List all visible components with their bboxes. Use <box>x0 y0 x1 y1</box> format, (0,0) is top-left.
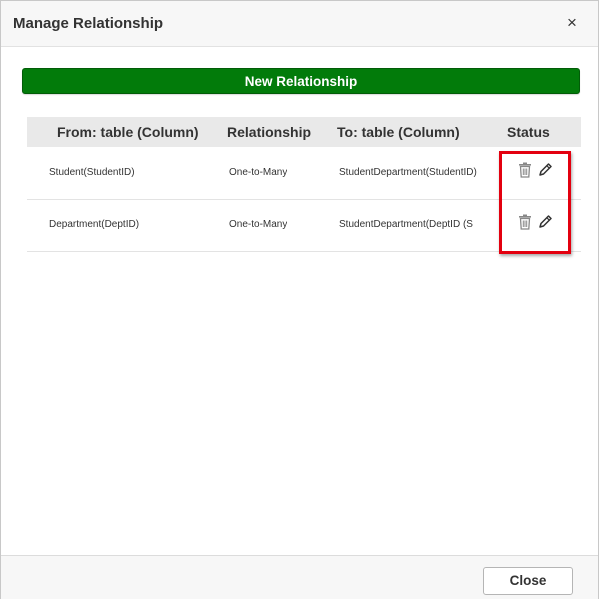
column-header-to[interactable]: To: table (Column) <box>337 124 460 140</box>
table-row[interactable]: Department(DeptID) One-to-Many StudentDe… <box>27 200 581 252</box>
dialog-header: Manage Relationship × <box>1 1 598 47</box>
new-relationship-button[interactable]: New Relationship <box>22 68 580 94</box>
pencil-icon[interactable] <box>538 162 552 178</box>
trash-icon[interactable] <box>518 214 532 230</box>
cell-relationship: One-to-Many <box>229 167 288 178</box>
close-icon[interactable]: × <box>562 13 582 33</box>
pencil-icon[interactable] <box>538 214 552 230</box>
close-button[interactable]: Close <box>483 567 573 595</box>
column-header-from[interactable]: From: table (Column) <box>57 124 199 140</box>
cell-to: StudentDepartment(StudentID) <box>339 167 477 178</box>
cell-to: StudentDepartment(DeptID (S <box>339 219 473 230</box>
grid-header: From: table (Column) Relationship To: ta… <box>27 117 581 147</box>
column-header-relationship[interactable]: Relationship <box>227 124 311 140</box>
table-row[interactable]: Student(StudentID) One-to-Many StudentDe… <box>27 148 581 200</box>
manage-relationship-dialog: Manage Relationship × New Relationship F… <box>0 0 599 599</box>
column-header-status[interactable]: Status <box>507 124 550 140</box>
dialog-title: Manage Relationship <box>13 15 164 32</box>
cell-relationship: One-to-Many <box>229 219 288 230</box>
trash-icon[interactable] <box>518 162 532 178</box>
cell-from: Department(DeptID) <box>49 219 140 230</box>
dialog-footer: Close <box>1 555 598 599</box>
cell-from: Student(StudentID) <box>49 167 135 178</box>
